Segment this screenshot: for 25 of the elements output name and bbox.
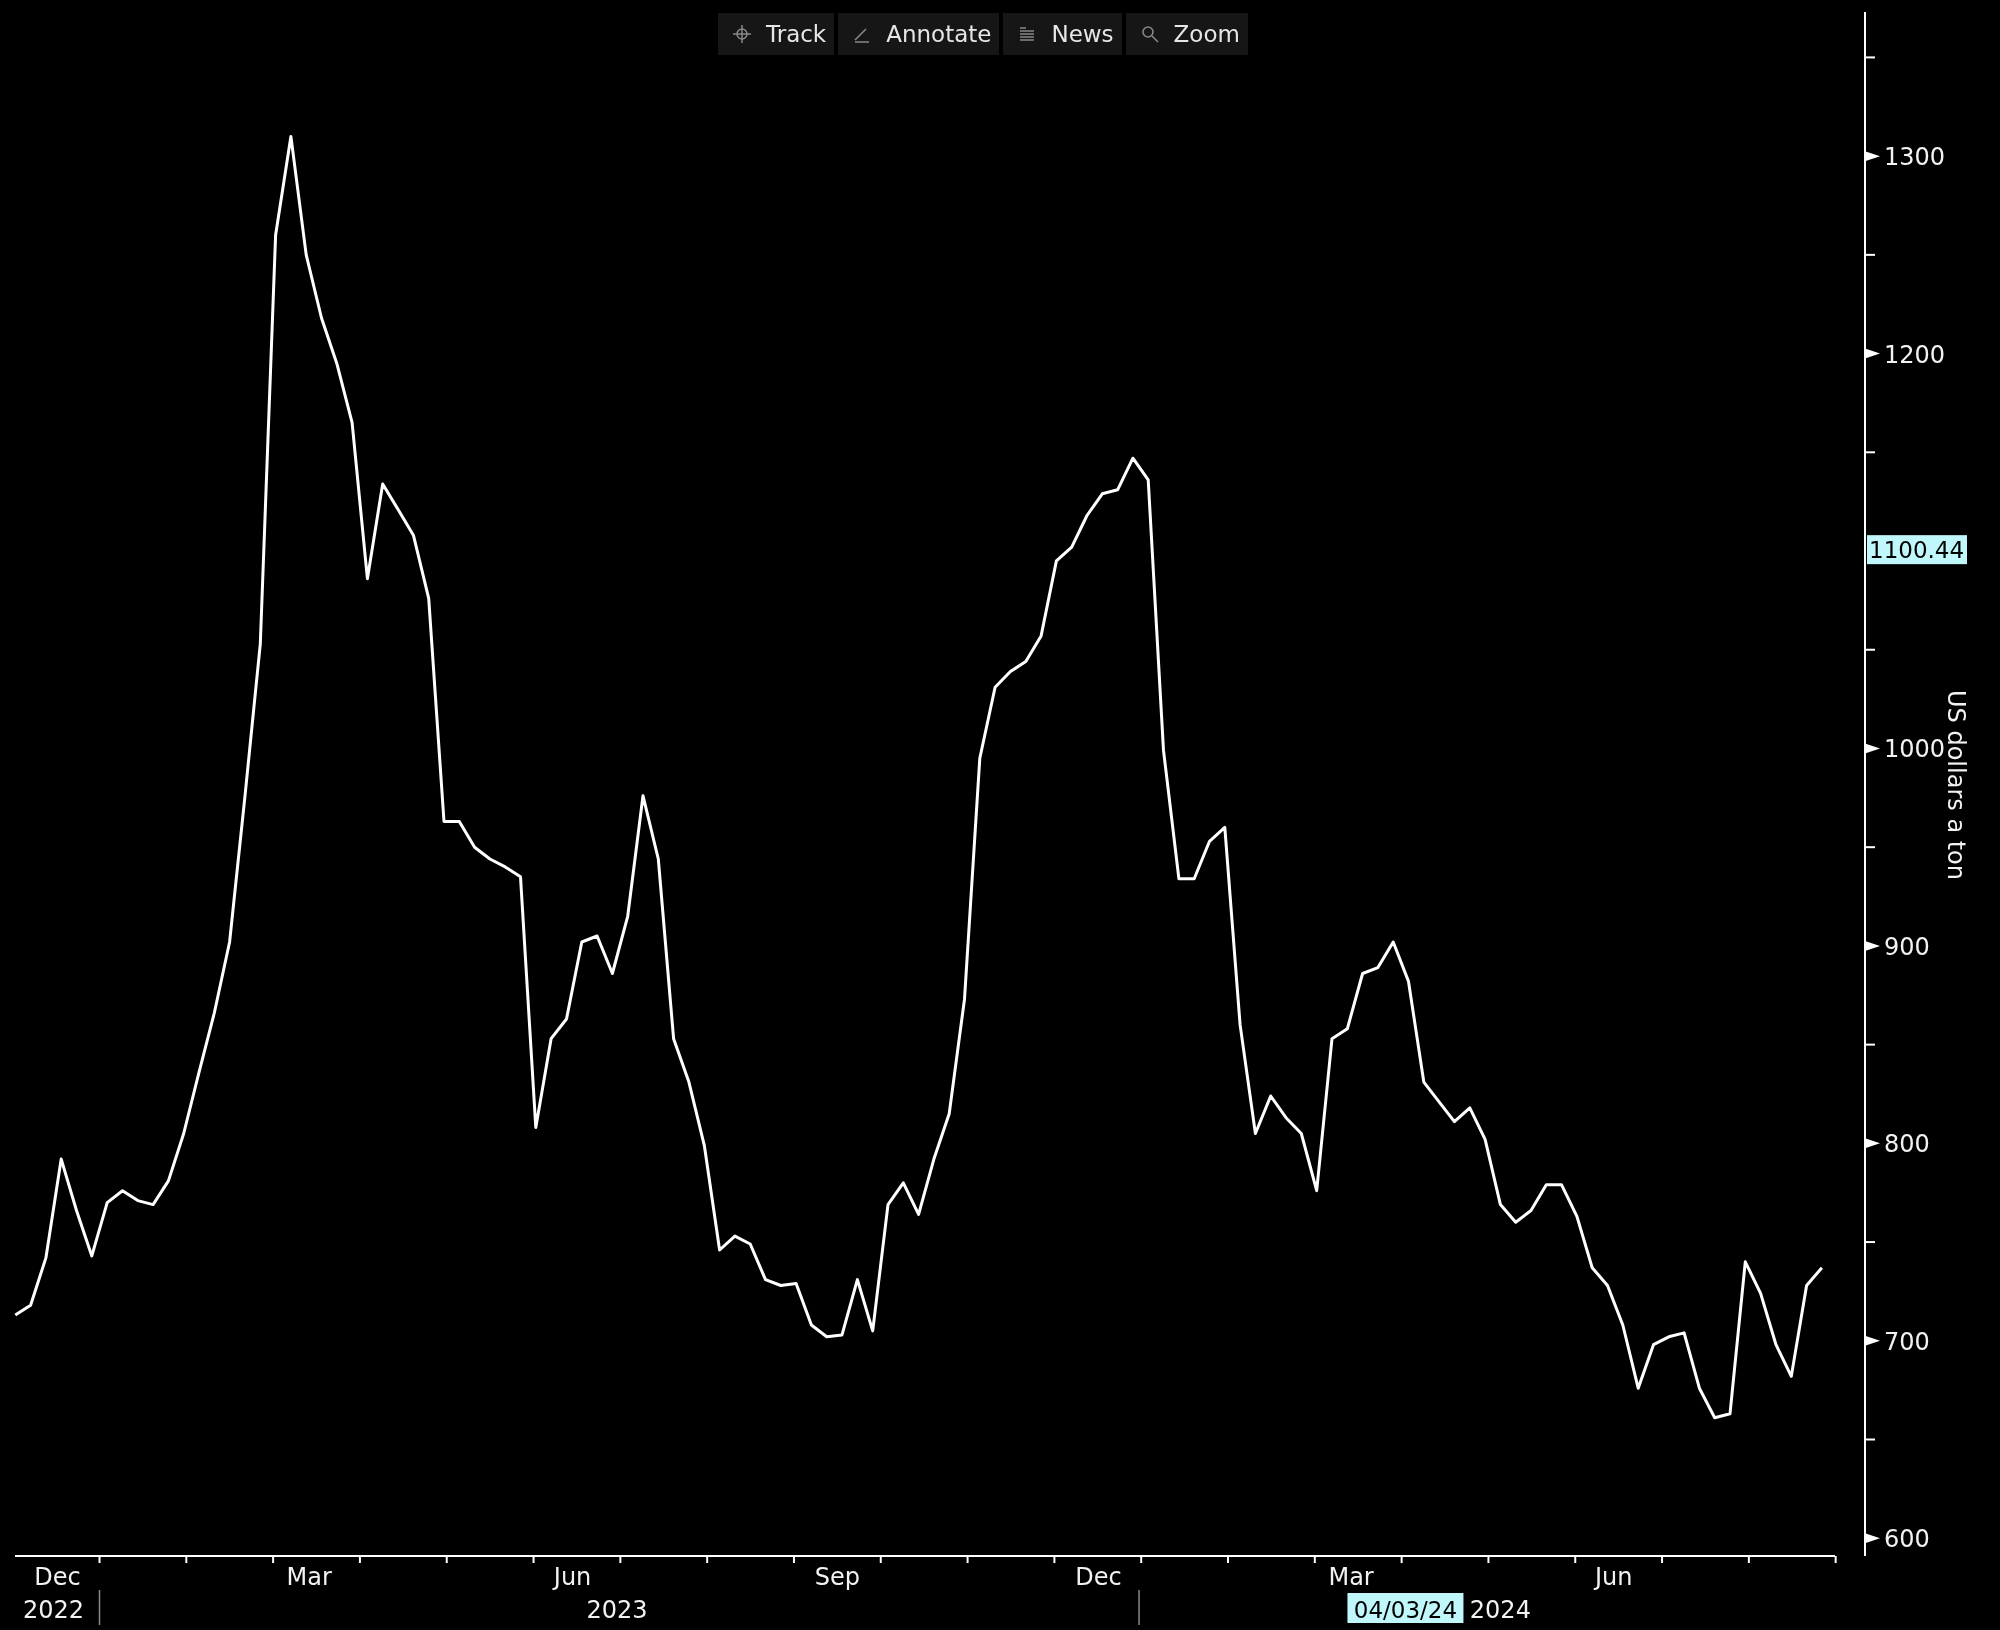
year-label: 2022 <box>23 1596 85 1624</box>
toolbar-button[interactable]: News <box>1003 13 1122 55</box>
y-tick-label: 1300 <box>1884 143 1946 172</box>
x-tick-label: Dec <box>1075 1563 1122 1591</box>
x-tick-label: Dec <box>34 1563 81 1591</box>
toolbar-button[interactable]: Zoom <box>1125 13 1248 55</box>
toolbar-button[interactable]: Track <box>718 13 835 55</box>
y-tick-label: 600 <box>1884 1525 1930 1554</box>
x-tick-label: Mar <box>1328 1563 1374 1591</box>
y-tick-label: 800 <box>1884 1130 1930 1159</box>
year-label: 2024 <box>1469 1596 1531 1624</box>
x-tick-label: Jun <box>1594 1563 1633 1591</box>
crosshair-icon <box>732 24 752 44</box>
y-tick-label: 700 <box>1884 1327 1930 1356</box>
toolbar-button[interactable]: Annotate <box>838 13 1000 55</box>
crosshair-value-label: 1100.44 <box>1867 535 1967 565</box>
x-tick-label: Sep <box>814 1563 861 1591</box>
search-icon <box>1139 24 1160 44</box>
year-label: 2023 <box>586 1596 648 1624</box>
y-tick-label: 900 <box>1884 932 1930 961</box>
crosshair-date-label: 04/03/24 <box>1347 1593 1464 1623</box>
x-tick-label: Mar <box>286 1563 332 1591</box>
x-tick-label: Jun <box>553 1563 592 1591</box>
y-tick-label: 1200 <box>1884 340 1946 369</box>
y-tick-label: 1000 <box>1884 735 1946 764</box>
